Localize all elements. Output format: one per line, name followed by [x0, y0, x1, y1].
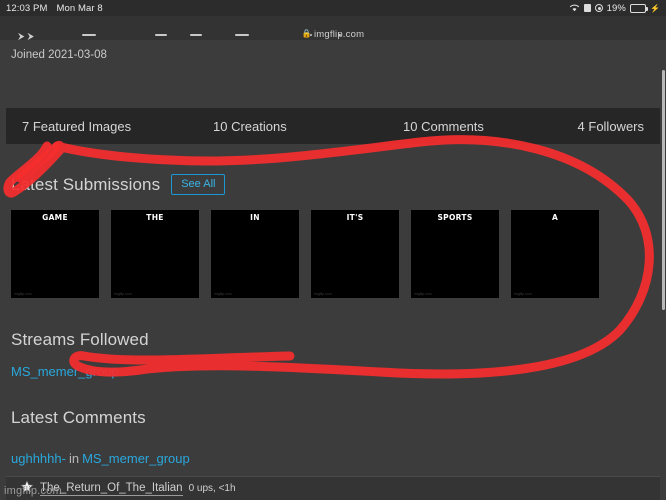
profile-stats-bar: 7 Featured Images 10 Creations 10 Commen… — [6, 108, 660, 144]
thumbnail-item[interactable]: IT'S imgflip.com — [311, 210, 399, 298]
joined-date: Joined 2021-03-08 — [11, 49, 107, 61]
toolbar-icon-sliver-3[interactable] — [190, 34, 202, 36]
thumbnail-caption: SPORTS — [437, 213, 473, 222]
see-all-button[interactable]: See All — [171, 174, 226, 196]
imgflip-watermark: imgflip.com — [4, 485, 62, 497]
thumbnail-item[interactable]: THE imgflip.com — [111, 210, 199, 298]
thumbnail-item[interactable]: A imgflip.com — [511, 210, 599, 298]
toolbar-icon-sliver-2[interactable] — [155, 34, 167, 36]
thumbnail-caption: A — [551, 213, 559, 222]
latest-submissions-title: Latest Submissions — [11, 174, 161, 194]
battery-percent: 19% — [606, 2, 626, 14]
streams-followed-title: Streams Followed — [11, 330, 149, 349]
thumbnail-watermark: imgflip.com — [514, 292, 532, 296]
battery-charging-icon — [629, 3, 648, 13]
page-scrollbar[interactable] — [662, 70, 665, 310]
thumbnail-item[interactable]: IN imgflip.com — [211, 210, 299, 298]
address-bar[interactable]: 🔒imgflip.com — [0, 29, 666, 40]
toolbar-icon-sliver-1[interactable] — [82, 34, 96, 36]
stat-creations[interactable]: 10 Creations — [213, 119, 287, 134]
status-bar-left: 12:03 PM Mon Mar 8 — [6, 3, 103, 14]
stat-followers[interactable]: 4 Followers — [578, 119, 644, 134]
status-bar-right: 19% ⚡ — [569, 3, 660, 14]
status-bar: 12:03 PM Mon Mar 8 19% ⚡ — [0, 0, 666, 16]
comment-author-link[interactable]: ughhhhh- — [11, 451, 66, 466]
thumbnail-item[interactable]: GAME imgflip.com — [11, 210, 99, 298]
comment-preposition: in — [68, 451, 80, 466]
thumbnail-watermark: imgflip.com — [414, 292, 432, 296]
streams-followed-header: Streams Followed — [11, 330, 149, 350]
thumbnail-watermark: imgflip.com — [114, 292, 132, 296]
comment-item: ughhhhh-in MS_memer_group — [11, 451, 190, 466]
stat-featured-images[interactable]: 7 Featured Images — [22, 119, 131, 134]
wifi-icon — [569, 4, 579, 12]
imgflip-profile-page: Joined 2021-03-08 7 Featured Images 10 C… — [0, 40, 666, 500]
charging-bolt-icon: ⚡ — [649, 3, 660, 13]
thumbnail-caption: IN — [250, 213, 260, 222]
browser-toolbar: 🔒imgflip.com ⮞⮞ — [0, 16, 666, 41]
thumbnail-watermark: imgflip.com — [214, 292, 232, 296]
thumbnail-caption: IT'S — [346, 213, 364, 222]
thumbnail-caption: THE — [146, 213, 164, 222]
latest-comments-title: Latest Comments — [11, 408, 146, 427]
toolbar-icon-sliver-4[interactable] — [235, 34, 249, 36]
thumbnail-item[interactable]: SPORTS imgflip.com — [411, 210, 499, 298]
toolbar-icon-sliver-5[interactable] — [310, 34, 312, 36]
stat-comments[interactable]: 10 Comments — [403, 119, 484, 134]
device-screen: 12:03 PM Mon Mar 8 19% ⚡ 🔒imgflip.com ⮞⮞ — [0, 0, 666, 500]
thumbnail-caption: GAME — [42, 213, 68, 222]
latest-submissions-header: Latest Submissions See All — [11, 174, 226, 196]
status-time: 12:03 PM — [6, 2, 48, 14]
alarm-icon — [583, 4, 591, 12]
toolbar-icon-sliver-6[interactable] — [338, 34, 341, 36]
footer-meta: 0 ups, <1h — [188, 483, 236, 494]
status-date: Mon Mar 8 — [56, 2, 103, 14]
latest-comments-header: Latest Comments — [11, 408, 146, 428]
thumbnail-watermark: imgflip.com — [314, 292, 332, 296]
do-not-disturb-icon — [594, 4, 603, 12]
stream-link-ms-memer-group[interactable]: MS_memer_group — [11, 364, 119, 379]
comment-footer-bar: The_Return_Of_The_Italian 0 ups, <1h — [6, 476, 660, 500]
thumbnail-watermark: imgflip.com — [14, 292, 32, 296]
comment-stream-link[interactable]: MS_memer_group — [82, 451, 190, 466]
submission-thumbnail-row: GAME imgflip.com THE imgflip.com IN imgf… — [11, 210, 599, 298]
